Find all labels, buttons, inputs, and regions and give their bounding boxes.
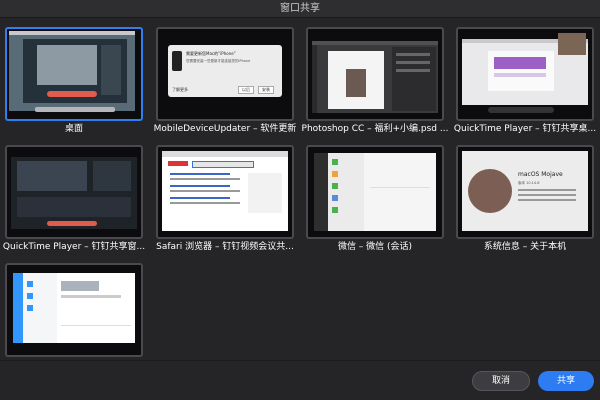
window-thumbnail <box>306 27 444 121</box>
window-tile-label: Safari 浏览器 – 钉钉视频会议共... <box>156 242 294 252</box>
window-tile-label: QuickTime Player – 钉钉共享窗... <box>2 242 146 252</box>
window-thumbnail <box>306 145 444 239</box>
share-button[interactable]: 共享 <box>538 371 594 391</box>
window-tile-photoshop[interactable]: Photoshop CC – 福利+小编.psd ... <box>302 27 448 134</box>
dialog-left-button: 了解更多 <box>172 87 188 92</box>
window-tile-label: QuickTime Player – 钉钉共享桌... <box>453 124 597 134</box>
window-thumbnail <box>5 27 143 121</box>
os-version: 版本 10.14.6 <box>518 181 540 185</box>
window-tile-label: Photoshop CC – 福利+小编.psd ... <box>301 124 449 134</box>
window-tile-desktop[interactable]: 桌面 <box>5 27 143 134</box>
window-thumbnail: 需要更新您Mac的“iPhone” 您需要安装一些更新才能连接您的iPhone … <box>156 27 294 121</box>
dialog-heading: 需要更新您Mac的“iPhone” <box>186 51 236 56</box>
dialog-title: 窗口共享 <box>0 0 600 18</box>
dialog-later-button: 以后 <box>238 86 254 94</box>
window-tile-quicktime-window[interactable]: QuickTime Player – 钉钉共享窗... <box>3 145 145 252</box>
window-tile-label: 系统信息 – 关于本机 <box>483 242 567 252</box>
window-tile-quicktime-desktop[interactable]: QuickTime Player – 钉钉共享桌... <box>454 27 596 134</box>
window-tile-wechat[interactable]: 微信 – 微信 (会话) <box>306 145 444 252</box>
window-tile-label: 桌面 <box>64 124 83 134</box>
os-name: macOS Mojave <box>518 171 563 178</box>
dialog-footer: 取消 共享 <box>0 360 600 400</box>
window-tile-label: MobileDeviceUpdater – 软件更新 <box>153 124 297 134</box>
window-tile-system-info[interactable]: macOS Mojave 版本 10.14.6 系统信息 – 关于本机 <box>456 145 594 252</box>
window-tile-mobiledeviceupdater[interactable]: 需要更新您Mac的“iPhone” 您需要安装一些更新才能连接您的iPhone … <box>154 27 296 134</box>
window-thumbnail: macOS Mojave 版本 10.14.6 <box>456 145 594 239</box>
window-thumbnail <box>5 263 143 357</box>
window-thumbnail <box>156 145 294 239</box>
window-thumbnail <box>456 27 594 121</box>
window-share-dialog: 窗口共享 桌面 需要更新您Mac的“iPhone” 您需要安装一些更新才能连接您… <box>0 0 600 400</box>
dialog-body: 您需要安装一些更新才能连接您的iPhone <box>186 59 251 63</box>
cancel-button[interactable]: 取消 <box>472 371 530 391</box>
window-tile-dingtalk[interactable] <box>5 263 143 367</box>
window-thumbnail <box>5 145 143 239</box>
window-tile-label: 微信 – 微信 (会话) <box>337 242 413 252</box>
window-tile-safari[interactable]: Safari 浏览器 – 钉钉视频会议共... <box>156 145 294 252</box>
dialog-install-button: 安装 <box>258 86 274 94</box>
